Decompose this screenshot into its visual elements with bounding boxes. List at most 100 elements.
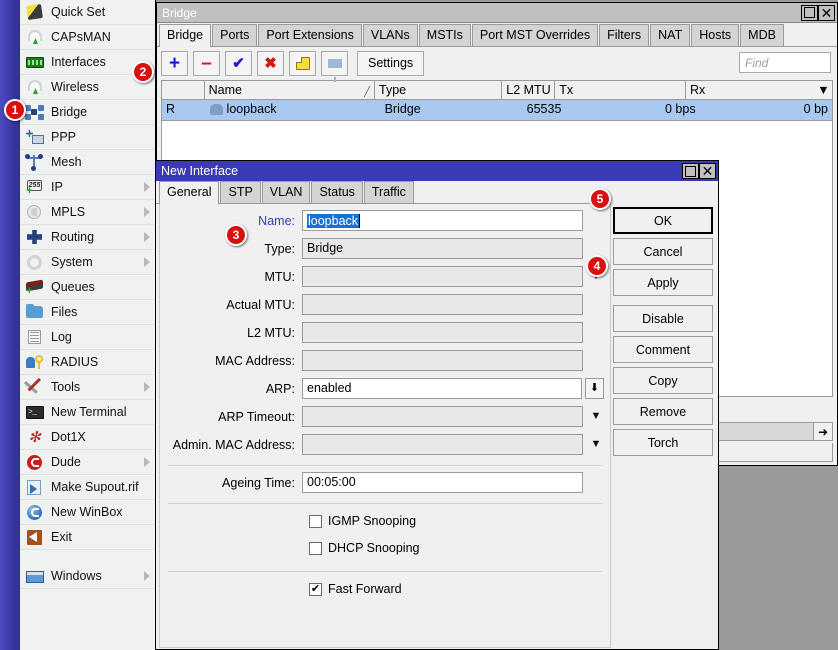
fast-forward-checkbox[interactable]: ✔ (309, 583, 322, 596)
tab-status[interactable]: Status (311, 181, 362, 203)
close-icon[interactable]: ✕ (818, 5, 835, 21)
gauge-icon (24, 28, 46, 46)
tab-hosts[interactable]: Hosts (691, 24, 739, 46)
sidebar-item-tools[interactable]: Tools (20, 375, 155, 400)
cross-icon: ✖ (264, 56, 277, 71)
sidebar-item-ip[interactable]: 255+ IP (20, 175, 155, 200)
mtu-input[interactable] (302, 266, 583, 287)
tab-ports[interactable]: Ports (212, 24, 257, 46)
sidebar-item-new-winbox[interactable]: New WinBox (20, 500, 155, 525)
checkbox-row-dhcp-snooping[interactable]: DHCP Snooping (160, 538, 610, 558)
maximize-icon[interactable] (801, 5, 818, 21)
dhcp-snooping-checkbox[interactable] (309, 542, 322, 555)
sidebar-item-log[interactable]: Log (20, 325, 155, 350)
tab-stp[interactable]: STP (220, 181, 260, 203)
admin-mac-address-input[interactable] (302, 434, 583, 455)
sidebar-item-make-supout[interactable]: Make Supout.rif (20, 475, 155, 500)
find-input[interactable]: Find (739, 52, 831, 73)
tab-port-mst-overrides[interactable]: Port MST Overrides (472, 24, 598, 46)
dialog-title: New Interface (161, 164, 682, 178)
annotation-badge-2: 2 (132, 61, 154, 83)
sidebar-item-windows[interactable]: Windows (20, 564, 155, 589)
sidebar-item-files[interactable]: Files (20, 300, 155, 325)
copy-button[interactable]: Copy (613, 367, 713, 394)
enable-button[interactable]: ✔ (225, 51, 252, 76)
chevron-down-icon[interactable]: ▼ (588, 434, 604, 455)
remove-button[interactable]: – (193, 51, 220, 76)
sidebar-item-mesh[interactable]: Mesh (20, 150, 155, 175)
name-input[interactable]: loopback (302, 210, 583, 231)
sidebar-item-system[interactable]: System (20, 250, 155, 275)
remove-button[interactable]: Remove (613, 398, 713, 425)
column-chooser-button[interactable]: ▼ (815, 81, 832, 99)
disable-button[interactable]: ✖ (257, 51, 284, 76)
column-header-name[interactable]: Name ╱ (205, 81, 375, 99)
bridge-window-controls: ✕ (801, 5, 835, 21)
dialog-window-controls: ✕ (682, 163, 716, 179)
sidebar-rail: RouterOS WinBox (0, 0, 20, 650)
l2-mtu-input[interactable] (302, 322, 583, 343)
table-row[interactable]: R loopback Bridge 65535 0 bps 0 bp (162, 100, 832, 120)
sidebar-item-bridge[interactable]: Bridge (20, 100, 155, 125)
tab-vlan[interactable]: VLAN (262, 181, 311, 203)
dot1x-icon: ✻ (24, 428, 46, 446)
tab-mstis[interactable]: MSTIs (419, 24, 471, 46)
column-header-l2mtu[interactable]: L2 MTU (502, 81, 555, 99)
tab-mdb[interactable]: MDB (740, 24, 784, 46)
minus-icon: – (201, 54, 212, 73)
cancel-button[interactable]: Cancel (613, 238, 713, 265)
igmp-snooping-checkbox[interactable] (309, 515, 322, 528)
maximize-icon[interactable] (682, 163, 699, 179)
sidebar-item-dot1x[interactable]: ✻ Dot1X (20, 425, 155, 450)
type-input[interactable]: Bridge (302, 238, 583, 259)
tab-filters[interactable]: Filters (599, 24, 649, 46)
check-icon: ✔ (232, 56, 245, 71)
chevron-down-icon[interactable]: ▼ (588, 406, 604, 427)
comment-button[interactable] (289, 51, 316, 76)
column-header-rx[interactable]: Rx (686, 81, 815, 99)
ppp-icon (24, 128, 46, 146)
tab-bridge[interactable]: Bridge (159, 24, 211, 47)
settings-button[interactable]: Settings (357, 51, 424, 76)
sidebar-item-radius[interactable]: RADIUS (20, 350, 155, 375)
sidebar-item-exit[interactable]: Exit (20, 525, 155, 550)
sidebar-item-dude[interactable]: Dude (20, 450, 155, 475)
scroll-right-icon[interactable]: ➜ (813, 423, 832, 440)
tab-general[interactable]: General (159, 181, 219, 204)
filter-button[interactable] (321, 51, 348, 76)
bridge-window-titlebar[interactable]: Bridge ✕ (157, 3, 837, 23)
sidebar-item-new-terminal[interactable]: >_ New Terminal (20, 400, 155, 425)
sidebar-item-ppp[interactable]: PPP (20, 125, 155, 150)
actual-mtu-input[interactable] (302, 294, 583, 315)
tab-nat[interactable]: NAT (650, 24, 690, 46)
ageing-time-input[interactable]: 00:05:00 (302, 472, 583, 493)
bridge-toolbar: + – ✔ ✖ Settings Find (157, 47, 837, 80)
arp-timeout-input[interactable] (302, 406, 583, 427)
sidebar-item-quick-set[interactable]: Quick Set (20, 0, 155, 25)
mac-address-label: MAC Address: (160, 354, 302, 368)
torch-button[interactable]: Torch (613, 429, 713, 456)
comment-button[interactable]: Comment (613, 336, 713, 363)
checkbox-row-fast-forward[interactable]: ✔ Fast Forward (160, 579, 610, 599)
supout-icon (24, 478, 46, 496)
tab-port-extensions[interactable]: Port Extensions (258, 24, 362, 46)
column-header-tx[interactable]: Tx (555, 81, 686, 99)
arp-input[interactable]: enabled (302, 378, 582, 399)
checkbox-row-igmp-snooping[interactable]: IGMP Snooping (160, 511, 610, 531)
sidebar-item-capsman[interactable]: CAPsMAN (20, 25, 155, 50)
ok-button[interactable]: OK (613, 207, 713, 234)
tab-traffic[interactable]: Traffic (364, 181, 414, 203)
sidebar-item-queues[interactable]: + Queues (20, 275, 155, 300)
column-header-flags[interactable] (162, 81, 205, 99)
tab-vlans[interactable]: VLANs (363, 24, 418, 46)
apply-button[interactable]: Apply (613, 269, 713, 296)
dialog-titlebar[interactable]: New Interface ✕ (156, 161, 718, 181)
sidebar-item-routing[interactable]: Routing (20, 225, 155, 250)
sidebar-item-mpls[interactable]: MPLS (20, 200, 155, 225)
add-button[interactable]: + (161, 51, 188, 76)
disable-button[interactable]: Disable (613, 305, 713, 332)
close-icon[interactable]: ✕ (699, 163, 716, 179)
arp-dropdown-button[interactable]: ⬇ (585, 378, 604, 399)
mac-address-input[interactable] (302, 350, 583, 371)
column-header-type[interactable]: Type (375, 81, 502, 99)
